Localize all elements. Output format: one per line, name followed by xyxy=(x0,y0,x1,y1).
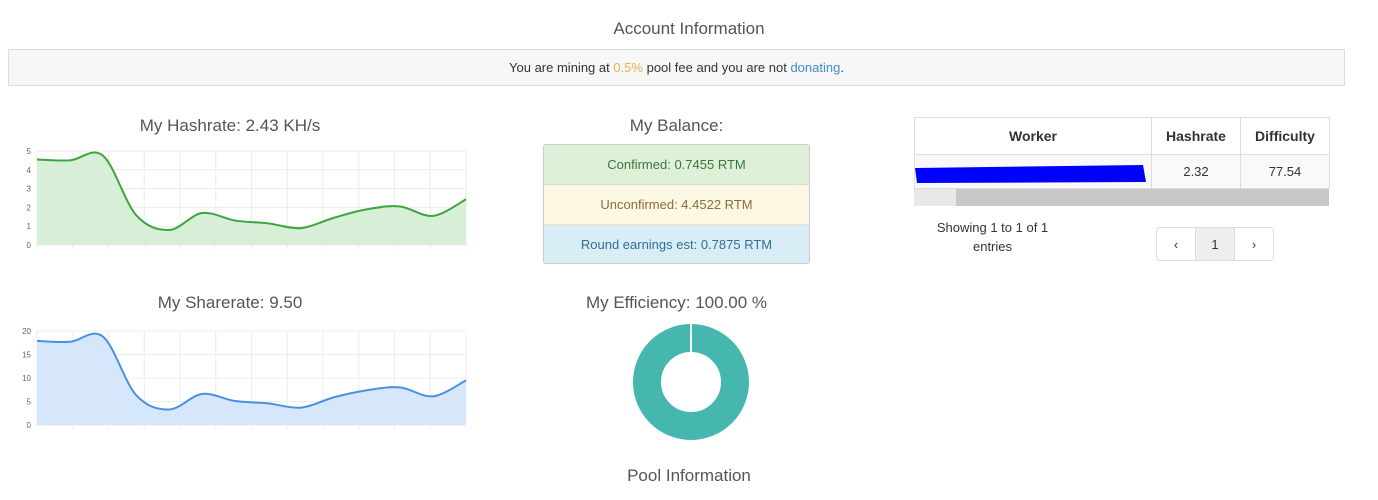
efficiency-slice xyxy=(633,323,749,440)
sharerate-chart: 0 5 10 15 20 xyxy=(22,327,467,430)
sharerate-tick-label: 5 xyxy=(27,398,32,407)
fee-notice-suffix: . xyxy=(840,60,844,75)
hashrate-tick-label: 0 xyxy=(27,241,32,250)
hashrate-tick-label: 2 xyxy=(27,203,32,212)
pagination: ‹ 1 › xyxy=(1156,227,1274,261)
fee-value: 0.5% xyxy=(613,60,643,75)
pool-information-title: Pool Information xyxy=(627,466,751,485)
hashrate-tick-label: 4 xyxy=(27,166,32,175)
hashrate-chart: 0 1 2 3 4 5 xyxy=(27,147,467,250)
balance-confirmed: Confirmed: 0.7455 RTM xyxy=(544,145,809,185)
hashrate-tick-label: 3 xyxy=(27,185,32,194)
hashrate-column-header[interactable]: Hashrate xyxy=(1151,117,1241,155)
fee-notice-prefix: You are mining at xyxy=(509,60,614,75)
hashrate-tick-label: 5 xyxy=(27,147,32,156)
page-1-button[interactable]: 1 xyxy=(1196,228,1235,260)
worker-difficulty-cell: 77.54 xyxy=(1240,154,1330,189)
redacted-worker-name xyxy=(915,165,1146,183)
table-info: Showing 1 to 1 of 1 entries xyxy=(936,220,1049,254)
hashrate-title: My Hashrate: 2.43 KH/s xyxy=(139,116,321,135)
table-row: 2.32 77.54 xyxy=(914,154,1330,189)
sharerate-tick-label: 10 xyxy=(22,374,31,383)
hashrate-tick-label: 1 xyxy=(27,222,32,231)
fee-notice: You are mining at 0.5% pool fee and you … xyxy=(8,49,1345,86)
donating-link[interactable]: donating xyxy=(790,60,840,75)
fee-notice-middle: pool fee and you are not xyxy=(642,60,791,75)
balance-unconfirmed: Unconfirmed: 4.4522 RTM xyxy=(544,185,809,225)
sharerate-tick-label: 0 xyxy=(27,421,32,430)
efficiency-title: My Efficiency: 100.00 % xyxy=(585,293,768,312)
worker-column-header[interactable]: Worker xyxy=(914,117,1152,155)
sharerate-tick-label: 15 xyxy=(22,351,31,360)
sharerate-tick-label: 20 xyxy=(22,327,31,336)
workers-table: Worker Hashrate Difficulty 2.32 77.54 xyxy=(914,117,1330,189)
previous-page-button[interactable]: ‹ xyxy=(1157,228,1196,260)
worker-hashrate-cell: 2.32 xyxy=(1151,154,1241,189)
efficiency-donut-chart xyxy=(633,323,749,440)
table-horizontal-scrollbar[interactable] xyxy=(914,189,1329,206)
difficulty-column-header[interactable]: Difficulty xyxy=(1240,117,1330,155)
account-information-title: Account Information xyxy=(613,19,765,38)
sharerate-title: My Sharerate: 9.50 xyxy=(157,293,303,312)
balance-panel: Confirmed: 0.7455 RTM Unconfirmed: 4.452… xyxy=(543,144,810,264)
balance-round-estimate: Round earnings est: 0.7875 RTM xyxy=(544,225,809,263)
scrollbar-thumb[interactable] xyxy=(956,189,1329,206)
worker-name-cell xyxy=(914,154,1152,189)
balance-title: My Balance: xyxy=(629,116,724,135)
next-page-button[interactable]: › xyxy=(1235,228,1273,260)
